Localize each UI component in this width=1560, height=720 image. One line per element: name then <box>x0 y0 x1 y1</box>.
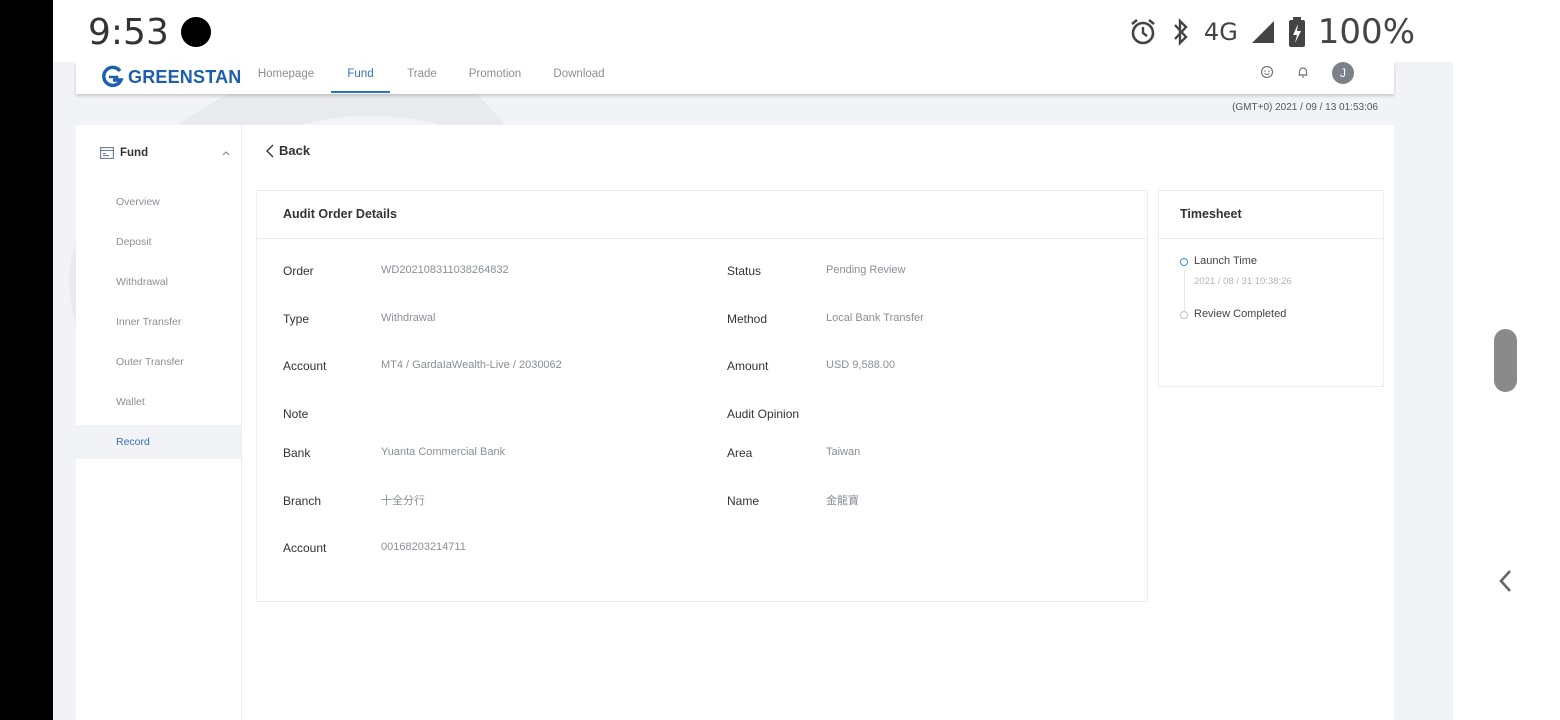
sidebar-item-withdrawal[interactable]: Withdrawal <box>76 265 241 299</box>
field-label-area: Area <box>727 446 753 460</box>
divider <box>1159 238 1383 239</box>
field-value-type: Withdrawal <box>381 312 436 324</box>
nav-fund[interactable]: Fund <box>331 62 390 93</box>
sidebar-item-inner-transfer[interactable]: Inner Transfer <box>76 305 241 339</box>
sidebar-section-fund[interactable]: Fund <box>100 145 230 161</box>
sidebar-section-label: Fund <box>120 147 149 159</box>
sidebar-item-record[interactable]: Record <box>76 425 241 459</box>
field-label-note: Note <box>283 407 309 421</box>
chevron-left-icon[interactable] <box>1497 568 1513 594</box>
nav-promotion[interactable]: Promotion <box>460 62 530 93</box>
alarm-icon <box>1131 18 1155 45</box>
network-type: 4G <box>1203 18 1238 46</box>
field-label-status: Status <box>727 264 762 278</box>
back-button[interactable]: Back <box>265 143 310 158</box>
timeline-event-label: Launch Time <box>1194 255 1257 267</box>
field-value-status: Pending Review <box>826 264 906 276</box>
timeline-connector <box>1183 270 1185 314</box>
nav-homepage[interactable]: Homepage <box>248 62 324 93</box>
audit-order-card: Audit Order Details Order WD202108311038… <box>256 190 1148 602</box>
status-bar: 9:53 4G 100% <box>53 0 1453 62</box>
field-label-account: Account <box>283 359 327 373</box>
sidebar-item-overview[interactable]: Overview <box>76 185 241 219</box>
sidebar-item-outer-transfer[interactable]: Outer Transfer <box>76 345 241 379</box>
nav-trade[interactable]: Trade <box>398 62 446 93</box>
field-label-bank-account: Account <box>283 541 327 555</box>
nav-actions: J <box>1260 62 1354 84</box>
signal-icon <box>1251 21 1274 43</box>
sidebar-item-deposit[interactable]: Deposit <box>76 225 241 259</box>
logo-mark-icon <box>102 65 124 88</box>
chevron-left-icon <box>266 144 274 157</box>
timesheet-title: Timesheet <box>1180 207 1242 221</box>
field-value-order: WD202108311038264832 <box>381 264 509 276</box>
field-label-audit-opinion: Audit Opinion <box>727 407 800 421</box>
field-value-branch: 十全分行 <box>381 495 425 507</box>
bluetooth-icon <box>1174 18 1188 46</box>
field-label-method: Method <box>727 312 768 326</box>
field-label-bank: Bank <box>283 446 311 460</box>
field-value-area: Taiwan <box>826 446 861 458</box>
brand-name: GREENSTAN <box>128 66 242 87</box>
sidebar-item-wallet[interactable]: Wallet <box>76 385 241 419</box>
server-clock: (GMT+0) 2021 / 09 / 13 01:53:06 <box>1232 102 1378 113</box>
avatar[interactable]: J <box>1332 62 1354 84</box>
battery-percent: 100% <box>1317 12 1415 52</box>
scroll-handle[interactable] <box>1494 329 1517 392</box>
field-value-amount: USD 9,588.00 <box>826 359 896 371</box>
brand-logo[interactable]: GREENSTAN <box>100 62 241 92</box>
camera-dot <box>181 17 211 47</box>
field-label-order: Order <box>283 264 314 278</box>
timeline-dot-done <box>1180 258 1188 266</box>
support-icon[interactable] <box>1260 65 1274 79</box>
top-navbar: GREENSTAN Homepage Fund Trade Promotion … <box>76 62 1394 94</box>
field-label-amount: Amount <box>727 359 769 373</box>
field-value-account: MT4 / GardaIaWealth-Live / 2030062 <box>381 359 562 371</box>
field-label-name: Name <box>727 494 760 508</box>
field-value-name: 金龍寶 <box>826 495 859 507</box>
divider <box>257 238 1147 239</box>
field-value-bank: Yuanta Commercial Bank <box>381 446 506 458</box>
status-time: 9:53 <box>88 12 169 53</box>
back-label: Back <box>279 143 311 158</box>
nav-download[interactable]: Download <box>543 62 615 93</box>
sidebar: Fund Overview Deposit Withdrawal Inner T… <box>76 125 242 720</box>
bell-icon[interactable] <box>1296 65 1310 79</box>
fund-icon <box>100 147 114 159</box>
battery-icon <box>1288 17 1305 47</box>
timeline-event-label: Review Completed <box>1194 308 1287 320</box>
status-icons: 4G 100% <box>1128 12 1415 52</box>
main-panel: Fund Overview Deposit Withdrawal Inner T… <box>76 125 1394 720</box>
timeline-dot-pending <box>1180 311 1188 319</box>
field-value-method: Local Bank Transfer <box>826 312 924 324</box>
field-label-type: Type <box>283 312 310 326</box>
field-value-bank-account: 00168203214711 <box>381 541 466 553</box>
chevron-up-icon <box>222 151 230 156</box>
timeline-event-time: 2021 / 08 / 31 10:38:26 <box>1194 276 1292 287</box>
device-screen: 9:53 4G 100% GREENSTAN Homepage Fund Tra… <box>53 0 1453 720</box>
timesheet-card: Timesheet Launch Time 2021 / 08 / 31 10:… <box>1158 190 1384 387</box>
audit-card-title: Audit Order Details <box>283 207 397 221</box>
field-label-branch: Branch <box>283 494 322 508</box>
